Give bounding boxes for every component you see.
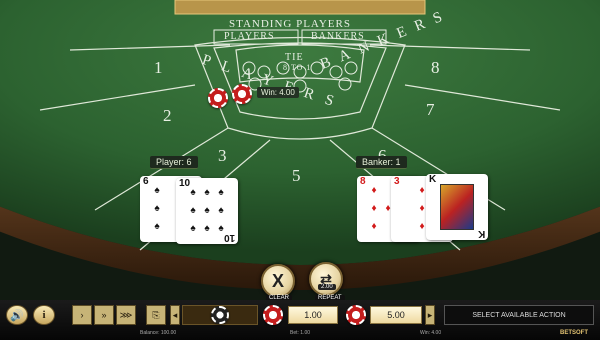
chevron-left-icon: ◂ [172, 309, 178, 320]
card-rank-bottom: K [477, 228, 485, 239]
banker-card-3: K K [426, 174, 488, 240]
card-rank: 6 [143, 176, 149, 187]
card-pips: ♠ ♠ ♠ ♠ ♠ ♠ ♠ ♠ ♠ [190, 187, 224, 234]
game-stage: STANDING PLAYERS PLAYERS BANKERS TIE 8 T… [0, 0, 600, 340]
repeat-value: 2.00 [318, 284, 336, 290]
players-tab[interactable]: PLAYERS [224, 31, 275, 42]
speaker-icon: 🔊 [10, 309, 24, 322]
bet-value-2: 5.00 [370, 306, 422, 324]
seat-number-7: 7 [426, 100, 436, 119]
chip-5-icon[interactable] [346, 305, 366, 325]
win-caption: Win: 4.00 [420, 330, 442, 336]
bet-chip [208, 88, 228, 108]
player-card-2: 10 10 ♠ ♠ ♠ ♠ ♠ ♠ ♠ ♠ ♠ [176, 178, 238, 244]
sound-button[interactable]: 🔊 [6, 305, 28, 325]
status-message: SELECT AVAILABLE ACTION [444, 305, 594, 325]
banker-area-text[interactable]: BANKERS [318, 6, 458, 75]
card-rank: K [429, 174, 437, 185]
chip-selector[interactable] [182, 305, 258, 325]
decrease-button[interactable]: ◂ [170, 305, 180, 325]
speed-2-button[interactable]: » [94, 305, 114, 325]
dealer-tray [174, 0, 426, 15]
chevron-right-icon: ▸ [427, 309, 433, 320]
bankers-tab[interactable]: BANKERS [311, 31, 365, 42]
history-button[interactable]: ⎘ [146, 305, 166, 325]
baccarat-table [0, 0, 600, 300]
header-title: STANDING PLAYERS [229, 18, 351, 30]
card-rank: 3 [394, 176, 400, 187]
seat-number-5: 5 [292, 166, 302, 185]
chip-1-icon[interactable] [263, 305, 283, 325]
clear-button[interactable]: X [261, 264, 295, 298]
balance-caption: Balance: 100.00 [140, 330, 177, 336]
brand-logo: BETSOFT [560, 330, 588, 336]
history-icon: ⎘ [152, 309, 160, 320]
speed-1-button[interactable]: › [72, 305, 92, 325]
player-hand-label: Player: 6 [150, 156, 198, 169]
bet-value-1: 1.00 [288, 306, 338, 324]
bet-caption: Bet: 1.00 [290, 330, 311, 336]
bet-chip [232, 84, 252, 104]
selected-chip [211, 306, 229, 324]
banker-hand-label: Banker: 1 [356, 156, 407, 169]
win-badge: Win: 4.00 [257, 87, 299, 98]
speed-3-button[interactable]: ⋙ [116, 305, 136, 325]
card-rank: 8 [360, 176, 366, 187]
increase-button[interactable]: ▸ [425, 305, 435, 325]
seat-number-1: 1 [154, 58, 164, 77]
king-face-art [440, 184, 474, 230]
seat-number-2: 2 [163, 106, 173, 125]
seat-number-3: 3 [218, 146, 228, 165]
info-button[interactable]: i [33, 305, 55, 325]
repeat-button[interactable]: ⇄ [309, 262, 343, 296]
